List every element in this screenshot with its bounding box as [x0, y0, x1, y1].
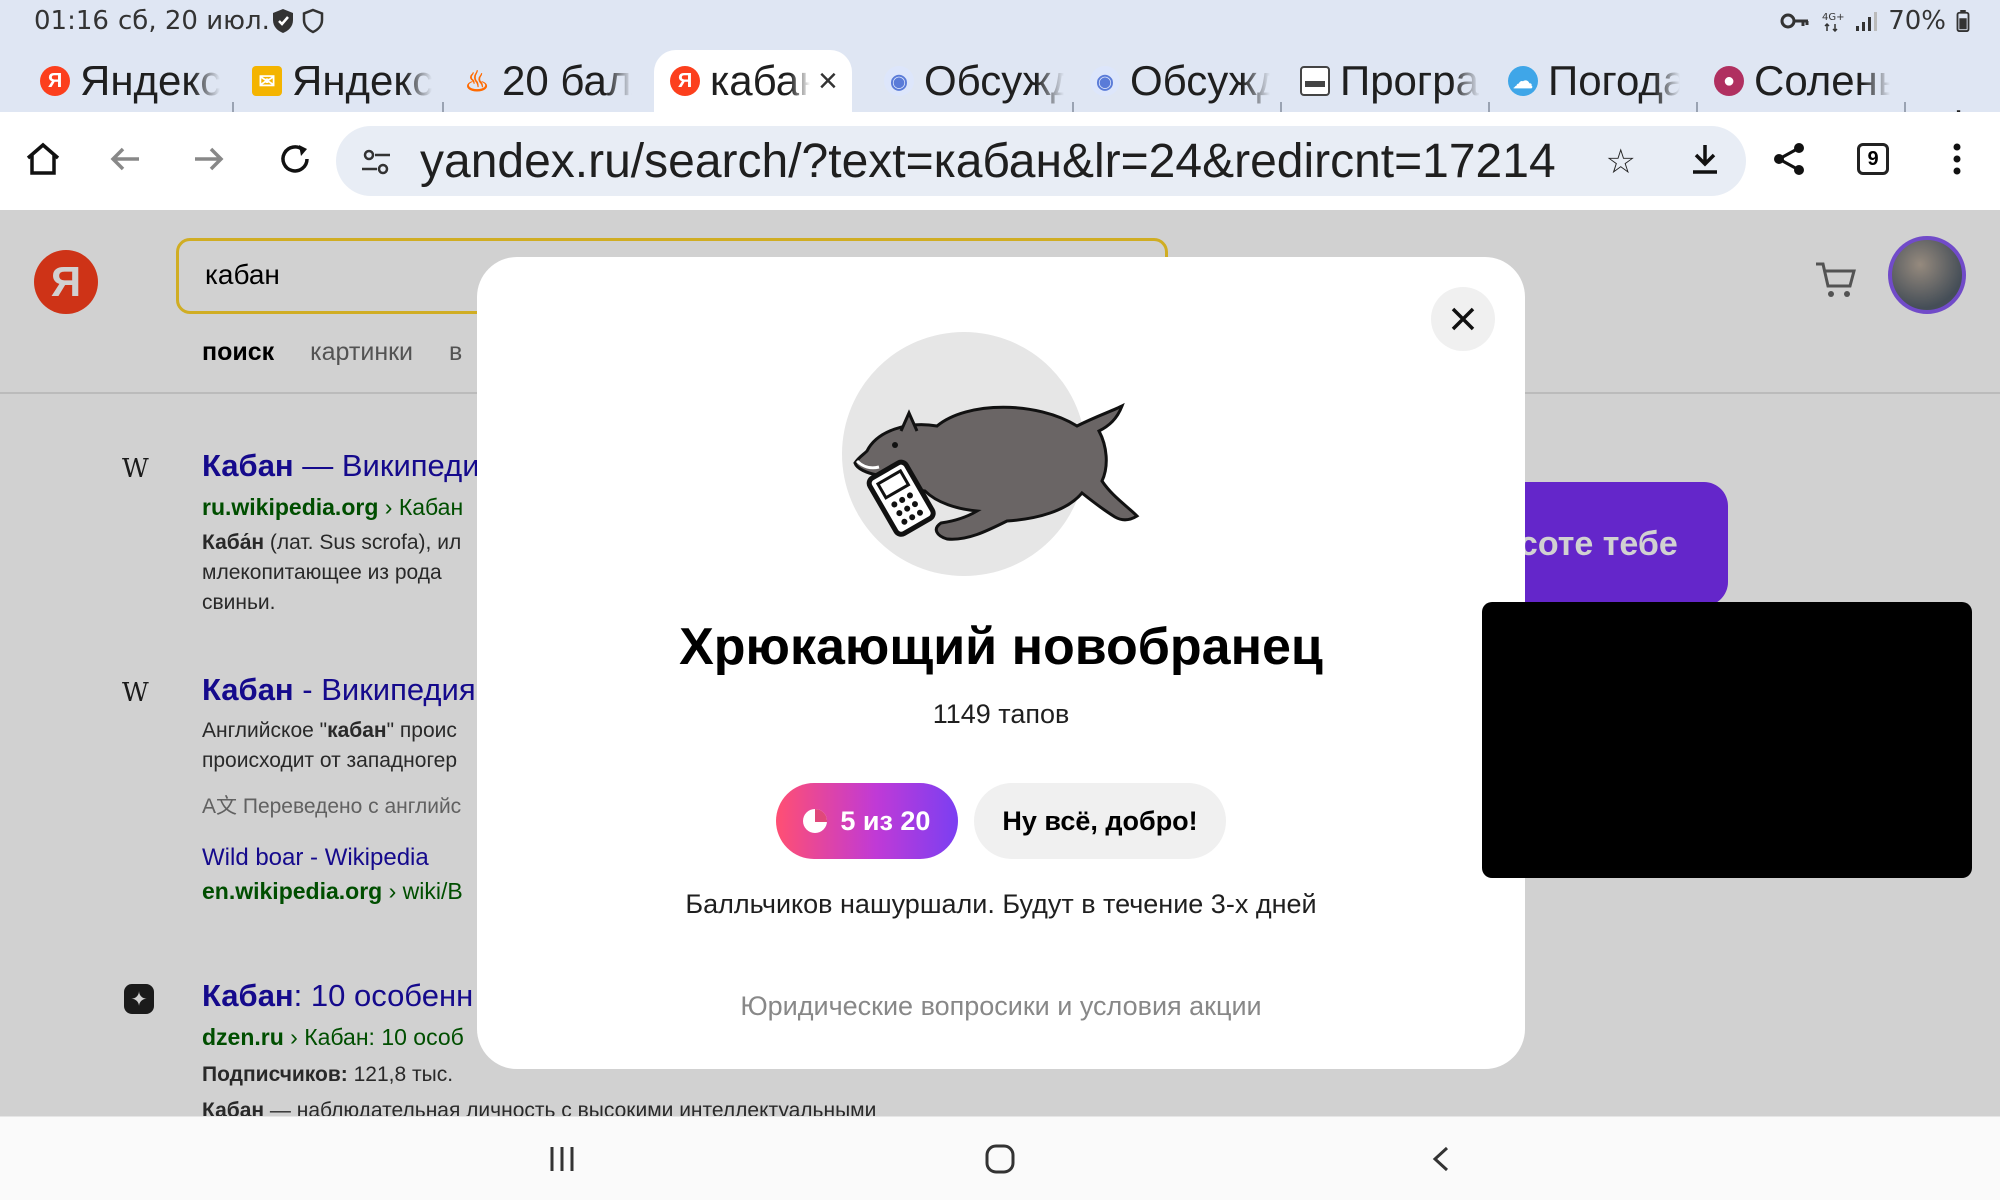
site-settings-icon[interactable]	[360, 146, 392, 178]
status-date: сб, 20 июл.	[118, 6, 270, 36]
tab-label: Погода	[1548, 57, 1680, 104]
tab-label: 20 баллов	[502, 57, 632, 104]
battery-percent: 70%	[1888, 6, 1946, 36]
tab-pickles[interactable]: ● Соленья	[1714, 52, 1890, 110]
tab-label: Яндекс	[80, 57, 220, 104]
menu-icon[interactable]	[1932, 134, 1982, 184]
shield-icon	[273, 9, 293, 33]
tab-label: Программа	[1340, 57, 1480, 104]
score-label: 5 из 20	[840, 805, 931, 836]
fire-favicon-icon: ♨	[464, 65, 490, 97]
tab-program[interactable]: ▬ Программа	[1300, 52, 1480, 110]
tv-favicon-icon: ▬	[1300, 66, 1330, 96]
modal-actions: 5 из 20 Ну всё, добро!	[477, 783, 1525, 859]
home-nav-icon[interactable]	[978, 1137, 1022, 1181]
tab-kaban-active[interactable]: Я кабан ×	[654, 50, 852, 112]
close-tab-icon[interactable]: ×	[818, 62, 838, 101]
tab-discussions-1[interactable]: ◉ Обсуждения	[884, 52, 1064, 110]
tab-count: 9	[1857, 143, 1889, 175]
modal-title: Хрюкающий новобранец	[679, 618, 1323, 676]
share-icon[interactable]	[1764, 134, 1814, 184]
tab-weather[interactable]: ☁ Погода	[1508, 52, 1680, 110]
status-right: 4G+ 70%	[1780, 6, 1970, 36]
home-icon[interactable]	[18, 134, 68, 184]
address-bar[interactable]: yandex.ru/search/?text=кабан&lr=24&redir…	[336, 126, 1746, 196]
status-time: 01:16	[34, 6, 109, 36]
android-nav-bar	[0, 1116, 2000, 1200]
tab-label: Обсуждения	[924, 57, 1064, 104]
url-text[interactable]: yandex.ru/search/?text=кабан&lr=24&redir…	[420, 134, 1556, 189]
tab-yandex[interactable]: Я Яндекс	[40, 52, 220, 110]
network-4g-icon: 4G+	[1822, 12, 1844, 32]
key-icon	[1780, 13, 1809, 29]
signal-icon	[1856, 12, 1878, 31]
yandex-favicon-icon: Я	[40, 66, 70, 96]
yandex-favicon-icon: Я	[670, 66, 700, 96]
score-button[interactable]: 5 из 20	[776, 783, 959, 859]
pickles-favicon-icon: ●	[1714, 66, 1744, 96]
achievement-modal: Хрюкающий новобранец 1149 тапов 5 из 20 …	[477, 257, 1525, 1069]
legal-link[interactable]: Юридические вопросики и условия акции	[477, 991, 1525, 1022]
tab-points[interactable]: ♨ 20 баллов	[462, 52, 632, 110]
close-button[interactable]	[1431, 287, 1495, 351]
reload-icon[interactable]	[270, 134, 320, 184]
status-bar: 01:16 сб, 20 июл. 4G+ 70%	[0, 0, 2000, 44]
boar-with-phone-icon	[853, 402, 1140, 541]
weather-favicon-icon: ☁	[1508, 66, 1538, 96]
tab-discussions-2[interactable]: ◉ Обсуждения	[1090, 52, 1270, 110]
recent-apps-icon[interactable]	[540, 1137, 584, 1181]
tab-strip: Я Яндекс ✉ Яндекс ♨ 20 баллов Я кабан × …	[0, 44, 2000, 147]
back-nav-icon[interactable]	[1420, 1137, 1464, 1181]
tab-label: Яндекс	[292, 57, 432, 104]
close-icon	[1451, 307, 1475, 331]
discussion-favicon-icon: ◉	[884, 66, 914, 96]
taps-count: 1149 тапов	[932, 699, 1070, 729]
progress-pie-icon	[803, 809, 828, 833]
tab-label: Соленья	[1754, 57, 1890, 104]
tab-label: Обсуждения	[1130, 57, 1270, 104]
download-icon[interactable]	[1680, 134, 1730, 184]
video-player[interactable]	[1482, 602, 1972, 878]
battery-icon	[1956, 10, 1970, 32]
browser-toolbar: yandex.ru/search/?text=кабан&lr=24&redir…	[0, 112, 2000, 210]
confirm-button[interactable]: Ну всё, добро!	[974, 783, 1226, 859]
forward-icon[interactable]	[184, 134, 234, 184]
bookmark-star-icon[interactable]: ☆	[1606, 142, 1636, 182]
mail-favicon-icon: ✉	[252, 66, 282, 96]
shield-outline-icon	[302, 8, 324, 34]
back-icon[interactable]	[100, 134, 150, 184]
tab-switcher-button[interactable]: 9	[1848, 134, 1898, 184]
discussion-favicon-icon: ◉	[1090, 66, 1120, 96]
modal-message: Балльчиков нашуршали. Будут в течение 3-…	[685, 889, 1317, 919]
tab-yandex-mail[interactable]: ✉ Яндекс	[252, 52, 432, 110]
tab-label: кабан	[710, 57, 810, 104]
svg-text:4G+: 4G+	[1822, 12, 1844, 23]
